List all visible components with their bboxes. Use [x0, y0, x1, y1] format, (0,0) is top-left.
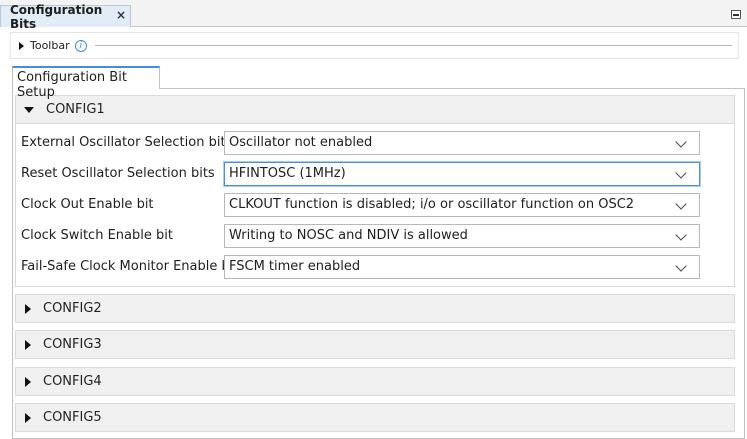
- select-value: CLKOUT function is disabled; i/o or osci…: [229, 197, 635, 212]
- expand-icon[interactable]: [25, 339, 31, 350]
- row-label: Reset Oscillator Selection bits: [21, 166, 215, 181]
- section-title: CONFIG4: [43, 374, 102, 389]
- toolbar-section[interactable]: Toolbar i: [10, 32, 739, 59]
- tab-configuration-bits[interactable]: Configuration Bits ×: [0, 3, 131, 31]
- select-value: Oscillator not enabled: [229, 135, 373, 150]
- section-title: CONFIG2: [43, 301, 102, 316]
- toolbar-divider: [94, 45, 732, 46]
- chevron-down-icon: [675, 260, 687, 272]
- config-row: External Oscillator Selection bits Oscil…: [16, 131, 736, 155]
- toolbar-label: Toolbar: [30, 39, 70, 52]
- section-title: CONFIG1: [46, 102, 105, 117]
- row-label: Fail-Safe Clock Monitor Enable bit: [21, 259, 239, 274]
- chevron-down-icon: [675, 136, 687, 148]
- row-label: Clock Switch Enable bit: [21, 228, 173, 243]
- tab-strip: Configuration Bits ×: [0, 0, 747, 31]
- section-config4[interactable]: CONFIG4: [15, 367, 735, 396]
- row-label: External Oscillator Selection bits: [21, 135, 233, 150]
- clock-switch-select[interactable]: Writing to NOSC and NDIV is allowed: [224, 224, 700, 248]
- collapse-icon[interactable]: [24, 106, 34, 113]
- expand-toolbar-icon[interactable]: [19, 41, 24, 50]
- tab-configuration-bit-setup[interactable]: Configuration Bit Setup: [12, 66, 160, 100]
- external-oscillator-select[interactable]: Oscillator not enabled: [224, 131, 700, 155]
- close-icon[interactable]: ×: [116, 8, 126, 22]
- expand-icon[interactable]: [25, 412, 31, 423]
- chevron-down-icon: [675, 229, 687, 241]
- fail-safe-clock-monitor-select[interactable]: FSCM timer enabled: [224, 255, 700, 279]
- config-row: Clock Out Enable bit CLKOUT function is …: [16, 193, 736, 217]
- clock-out-select[interactable]: CLKOUT function is disabled; i/o or osci…: [224, 193, 700, 217]
- info-icon[interactable]: i: [74, 39, 87, 52]
- section-config2[interactable]: CONFIG2: [15, 294, 735, 323]
- section-title: CONFIG3: [43, 337, 102, 352]
- select-value: Writing to NOSC and NDIV is allowed: [229, 228, 468, 243]
- config1-body: External Oscillator Selection bits Oscil…: [15, 124, 735, 287]
- config-row: Reset Oscillator Selection bits HFINTOSC…: [16, 162, 736, 186]
- expand-icon[interactable]: [25, 303, 31, 314]
- section-title: CONFIG5: [43, 410, 102, 425]
- section-config1[interactable]: CONFIG1: [15, 95, 735, 124]
- chevron-down-icon: [675, 198, 687, 210]
- section-config3[interactable]: CONFIG3: [15, 330, 735, 359]
- minimize-icon[interactable]: [731, 10, 741, 19]
- chevron-down-icon: [675, 167, 687, 179]
- tab-title: Configuration Bits: [10, 2, 103, 31]
- select-value: FSCM timer enabled: [229, 259, 361, 274]
- reset-oscillator-select[interactable]: HFINTOSC (1MHz): [224, 162, 700, 186]
- select-value: HFINTOSC (1MHz): [229, 166, 346, 181]
- config-row: Clock Switch Enable bit Writing to NOSC …: [16, 224, 736, 248]
- section-config5[interactable]: CONFIG5: [15, 403, 735, 432]
- config-row: Fail-Safe Clock Monitor Enable bit FSCM …: [16, 255, 736, 279]
- expand-icon[interactable]: [25, 376, 31, 387]
- row-label: Clock Out Enable bit: [21, 197, 154, 212]
